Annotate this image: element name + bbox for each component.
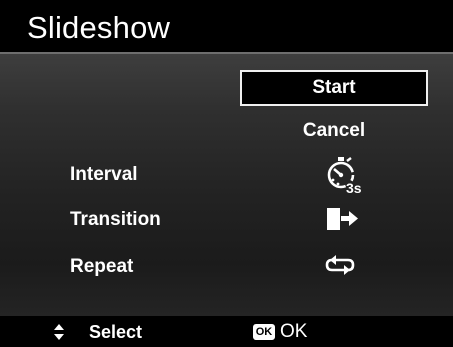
up-down-arrows-icon [54, 324, 64, 340]
interval-label: Interval [70, 164, 138, 185]
transition-label: Transition [70, 209, 161, 230]
ok-label: OK [280, 321, 308, 342]
interval-value: 3s [346, 180, 362, 196]
page-title: Slideshow [27, 10, 171, 45]
repeat-setting[interactable] [322, 251, 358, 279]
slideshow-menu: Start Cancel Interval 3s Transition Repe… [0, 54, 453, 316]
repeat-label: Repeat [70, 256, 134, 277]
repeat-icon [325, 255, 355, 275]
transition-setting[interactable] [325, 205, 361, 233]
footer-bar: Select OK OK [0, 316, 453, 347]
slideshow-screen: Slideshow Start Cancel Interval 3s Trans… [0, 0, 453, 347]
select-label: Select [89, 322, 143, 342]
timer-icon: 3s [327, 157, 362, 196]
transition-icon [327, 208, 358, 230]
ok-button-icon: OK [253, 324, 275, 340]
title-bar: Slideshow [0, 0, 453, 54]
interval-setting[interactable]: 3s [318, 154, 372, 200]
cancel-button[interactable]: Cancel [240, 113, 428, 149]
start-button[interactable]: Start [240, 70, 428, 106]
